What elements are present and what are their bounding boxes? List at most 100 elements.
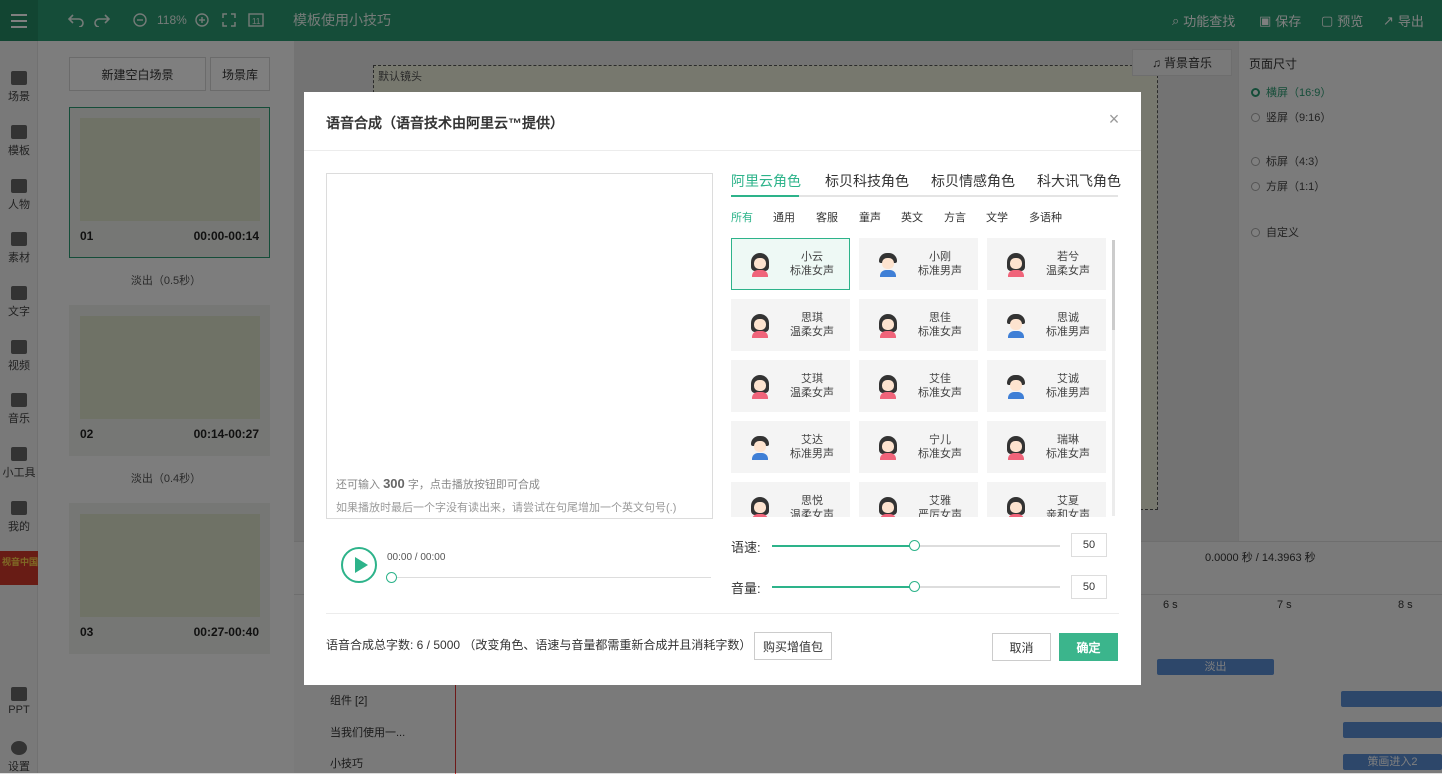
voice-grid: 小云 标准女声 小刚 标准男声 若兮 温柔女声 思琪 温柔女声 思佳 标准女声 思诚 标准男声 艾琪 温柔… (731, 238, 1113, 517)
punctuation-hint: 如果播放时最后一个字没有读出来，请尝试在句尾增加一个英文句号(.) (336, 502, 677, 514)
speed-label: 语速: (731, 540, 761, 555)
voice-card[interactable]: 思琪 温柔女声 (731, 299, 850, 351)
voice-provider-tabs: 阿里云角色 标贝科技角色 标贝情感角色 科大讯飞角色 (731, 168, 1121, 197)
voice-name: 艾夏 (1057, 495, 1079, 507)
voice-card[interactable]: 艾达 标准男声 (731, 421, 850, 473)
female-avatar-icon (878, 375, 898, 399)
volume-label: 音量: (731, 581, 761, 596)
voice-description: 温柔女声 (1046, 265, 1090, 277)
female-avatar-icon (878, 436, 898, 460)
voice-name: 艾诚 (1057, 373, 1079, 385)
voice-name: 思诚 (1057, 312, 1079, 324)
male-avatar-icon (878, 253, 898, 277)
voice-card[interactable]: 若兮 温柔女声 (987, 238, 1106, 290)
category-all[interactable]: 所有 (731, 209, 753, 225)
category-general[interactable]: 通用 (773, 209, 795, 225)
voice-grid-scrollbar[interactable] (1112, 240, 1115, 516)
volume-handle[interactable] (909, 581, 920, 592)
voice-name: 艾佳 (929, 373, 951, 385)
player-time: 00:00 / 00:00 (387, 552, 446, 563)
voice-description: 温柔女声 (790, 509, 834, 517)
player-progress-handle[interactable] (386, 572, 397, 583)
tts-dialog: 语音合成（语音技术由阿里云™提供） × 还可输入 300 字，点击播放按钮即可合… (304, 92, 1141, 685)
voice-card[interactable]: 小刚 标准男声 (859, 238, 978, 290)
voice-description: 严厉女声 (918, 509, 962, 517)
voice-name: 小云 (801, 251, 823, 263)
volume-fill (772, 586, 915, 588)
voice-name: 艾达 (801, 434, 823, 446)
voice-description: 温柔女声 (790, 387, 834, 399)
category-multilingual[interactable]: 多语种 (1029, 209, 1062, 225)
voice-name: 若兮 (1057, 251, 1079, 263)
voice-description: 标准女声 (918, 326, 962, 338)
voice-name: 思佳 (929, 312, 951, 324)
female-avatar-icon (750, 314, 770, 338)
total-chars-info: 语音合成总字数: 6 / 5000 （改变角色、语速与音量都需重新合成并且消耗字… (326, 638, 752, 652)
voice-card[interactable]: 艾夏 亲和女声 (987, 482, 1106, 517)
close-icon[interactable]: × (1107, 110, 1121, 128)
tts-text-input[interactable]: 还可输入 300 字，点击播放按钮即可合成 如果播放时最后一个字没有读出来，请尝… (326, 173, 713, 519)
voice-description: 标准男声 (790, 448, 834, 460)
voice-card[interactable]: 思诚 标准男声 (987, 299, 1106, 351)
voice-card[interactable]: 艾诚 标准男声 (987, 360, 1106, 412)
voice-description: 温柔女声 (790, 326, 834, 338)
char-remaining-hint: 还可输入 300 字，点击播放按钮即可合成 (336, 476, 540, 491)
female-avatar-icon (878, 497, 898, 517)
voice-description: 标准男声 (1046, 387, 1090, 399)
voice-name: 宁儿 (929, 434, 951, 446)
male-avatar-icon (750, 436, 770, 460)
buy-package-button[interactable]: 购买增值包 (754, 632, 832, 660)
dialog-title: 语音合成（语音技术由阿里云™提供） (326, 115, 564, 131)
female-avatar-icon (750, 253, 770, 277)
voice-name: 瑞琳 (1057, 434, 1079, 446)
male-avatar-icon (1006, 314, 1026, 338)
male-avatar-icon (1006, 375, 1026, 399)
voice-card[interactable]: 思佳 标准女声 (859, 299, 978, 351)
voice-name: 艾雅 (929, 495, 951, 507)
voice-description: 标准女声 (918, 448, 962, 460)
voice-card[interactable]: 小云 标准女声 (731, 238, 850, 290)
voice-description: 标准女声 (1046, 448, 1090, 460)
voice-card[interactable]: 艾佳 标准女声 (859, 360, 978, 412)
female-avatar-icon (878, 314, 898, 338)
play-button[interactable] (341, 547, 377, 583)
voice-card[interactable]: 宁儿 标准女声 (859, 421, 978, 473)
divider (326, 613, 1119, 614)
voice-card[interactable]: 艾琪 温柔女声 (731, 360, 850, 412)
tab-biaobei-tech[interactable]: 标贝科技角色 (825, 171, 909, 191)
player-progress-track[interactable] (391, 577, 711, 578)
voice-card[interactable]: 瑞琳 标准女声 (987, 421, 1106, 473)
voice-description: 标准男声 (918, 265, 962, 277)
category-literature[interactable]: 文学 (986, 209, 1008, 225)
speed-handle[interactable] (909, 540, 920, 551)
voice-name: 艾琪 (801, 373, 823, 385)
tab-biaobei-emotion[interactable]: 标贝情感角色 (931, 171, 1015, 191)
female-avatar-icon (750, 375, 770, 399)
voice-name: 思琪 (801, 312, 823, 324)
category-english[interactable]: 英文 (901, 209, 923, 225)
female-avatar-icon (1006, 436, 1026, 460)
voice-description: 标准女声 (918, 387, 962, 399)
speed-fill (772, 545, 915, 547)
category-child[interactable]: 童声 (859, 209, 881, 225)
female-avatar-icon (1006, 253, 1026, 277)
voice-card[interactable]: 艾雅 严厉女声 (859, 482, 978, 517)
tab-aliyun[interactable]: 阿里云角色 (731, 171, 801, 191)
volume-value-input[interactable]: 50 (1071, 575, 1107, 599)
voice-name: 思悦 (801, 495, 823, 507)
tab-iflytek[interactable]: 科大讯飞角色 (1037, 171, 1121, 191)
speed-value-input[interactable]: 50 (1071, 533, 1107, 557)
confirm-button[interactable]: 确定 (1059, 633, 1118, 661)
voice-description: 标准男声 (1046, 326, 1090, 338)
voice-description: 标准女声 (790, 265, 834, 277)
play-icon (354, 557, 368, 573)
voice-name: 小刚 (929, 251, 951, 263)
female-avatar-icon (1006, 497, 1026, 517)
female-avatar-icon (750, 497, 770, 517)
category-dialect[interactable]: 方言 (944, 209, 966, 225)
cancel-button[interactable]: 取消 (992, 633, 1051, 661)
category-service[interactable]: 客服 (816, 209, 838, 225)
active-tab-underline (731, 195, 799, 197)
voice-description: 亲和女声 (1046, 509, 1090, 517)
voice-card[interactable]: 思悦 温柔女声 (731, 482, 850, 517)
